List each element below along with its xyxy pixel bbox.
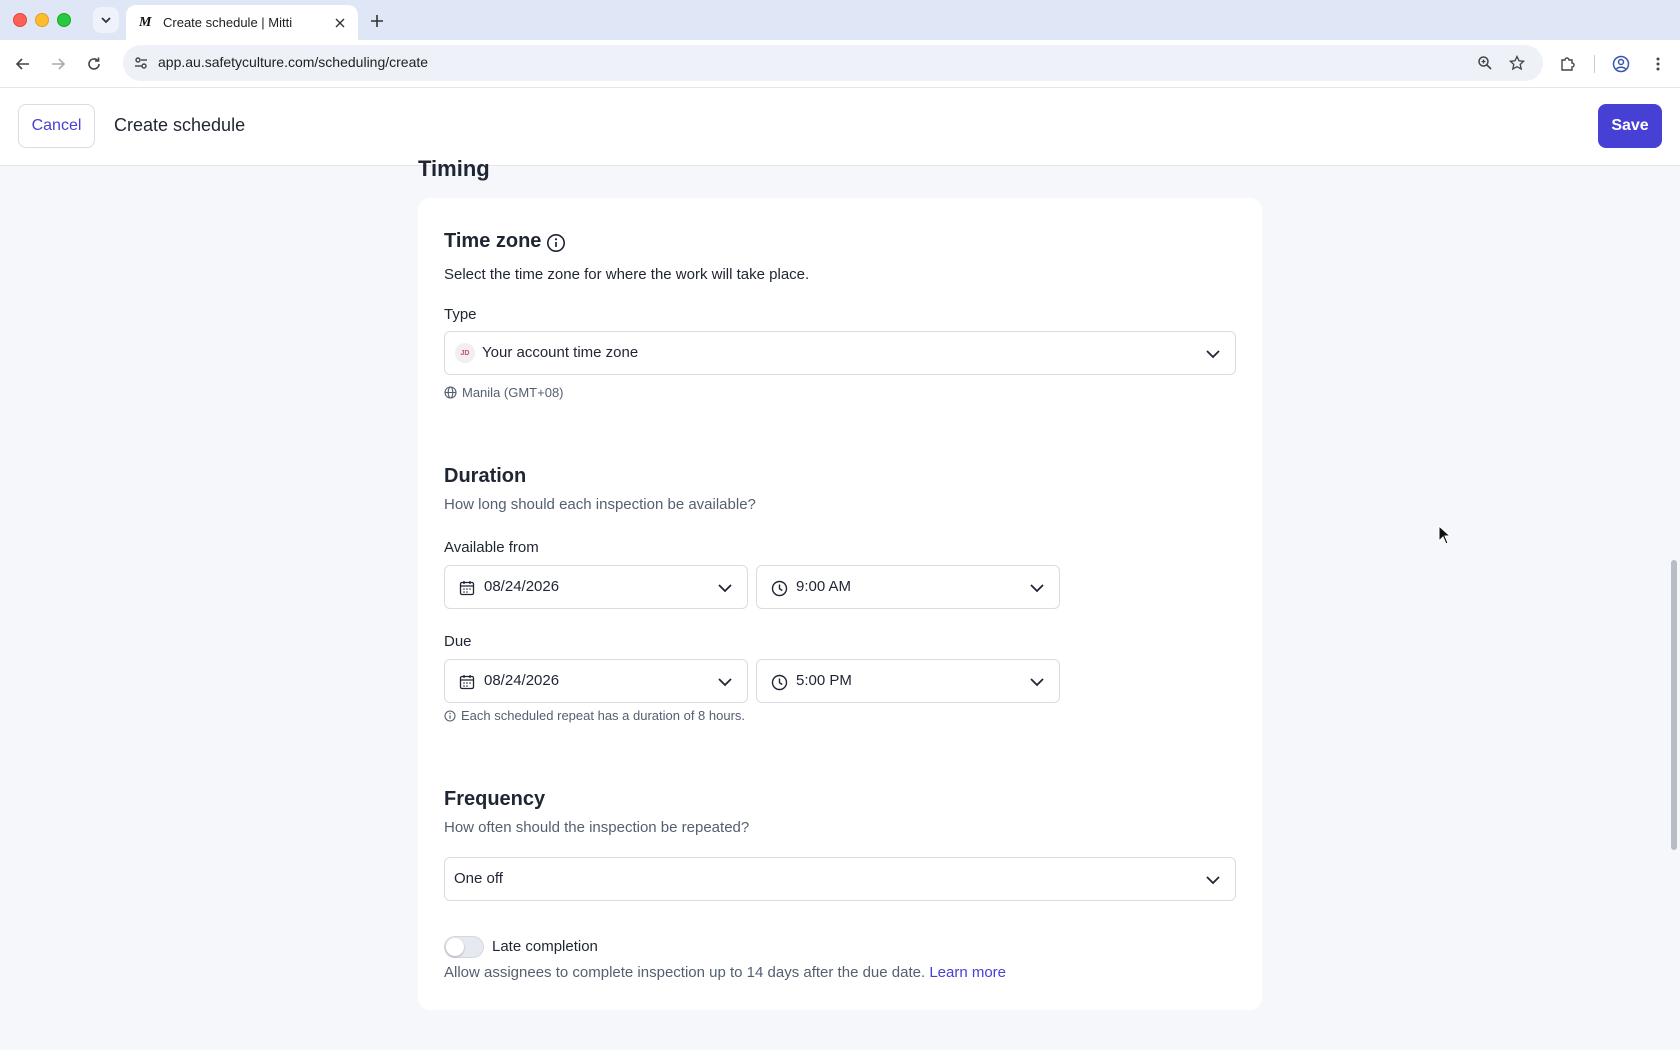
reload-button[interactable] — [81, 51, 107, 77]
section-title-timing: Timing — [418, 156, 490, 181]
app-header: Cancel Create schedule Save — [0, 88, 1680, 166]
url-text[interactable]: app.au.safetyculture.com/scheduling/crea… — [158, 54, 428, 70]
learn-more-link[interactable]: Learn more — [929, 964, 1006, 981]
chevron-down-icon — [1027, 578, 1047, 598]
available-from-label: Available from — [444, 539, 539, 556]
late-completion-toggle[interactable] — [444, 936, 484, 958]
late-completion-description-text: Allow assignees to complete inspection u… — [444, 964, 926, 981]
calendar-icon — [457, 578, 477, 598]
due-date-value: 08/24/2026 — [484, 672, 560, 689]
clock-icon — [769, 578, 789, 598]
chevron-down-icon — [1203, 344, 1223, 364]
info-icon — [444, 709, 456, 722]
info-icon[interactable] — [546, 233, 566, 253]
site-info-button[interactable] — [129, 51, 153, 75]
mouse-cursor-icon — [1438, 525, 1452, 545]
avatar: JD — [455, 343, 475, 363]
frequency-select[interactable]: One off — [444, 857, 1236, 901]
available-from-time-picker[interactable]: 9:00 AM — [756, 565, 1060, 609]
close-icon — [335, 18, 345, 27]
save-button[interactable]: Save — [1598, 104, 1662, 148]
plus-icon — [371, 15, 383, 27]
arrow-right-icon — [52, 58, 66, 70]
chevron-down-icon — [1203, 870, 1223, 890]
window-close-button[interactable] — [13, 13, 27, 27]
tab-search-button[interactable] — [93, 7, 119, 33]
window-zoom-button[interactable] — [57, 13, 71, 27]
back-button[interactable] — [10, 51, 36, 77]
star-icon — [1509, 55, 1525, 71]
timezone-note-text: Manila (GMT+08) — [462, 385, 564, 400]
mitti-favicon-icon: M — [139, 14, 152, 30]
timezone-type-label: Type — [444, 306, 477, 323]
profile-button[interactable] — [1608, 51, 1634, 77]
duration-title: Duration — [444, 465, 527, 487]
cancel-button[interactable]: Cancel — [18, 104, 95, 148]
chevron-down-icon — [1027, 672, 1047, 692]
window-minimize-button[interactable] — [35, 13, 49, 27]
more-vertical-icon — [1656, 57, 1660, 71]
timezone-title: Time zone — [444, 230, 542, 252]
available-from-date-picker[interactable]: 08/24/2026 — [444, 565, 748, 609]
late-completion-description: Allow assignees to complete inspection u… — [444, 964, 1006, 981]
toolbar-divider — [1594, 55, 1595, 73]
zoom-icon — [1478, 56, 1492, 70]
browser-tab-active[interactable]: M Create schedule | Mitti — [126, 5, 358, 40]
browser-menu-button[interactable] — [1645, 51, 1671, 77]
zoom-button[interactable] — [1473, 51, 1497, 75]
puzzle-icon — [1561, 57, 1575, 71]
frequency-title: Frequency — [444, 788, 546, 810]
extensions-button[interactable] — [1554, 51, 1580, 77]
due-time-picker[interactable]: 5:00 PM — [756, 659, 1060, 703]
duration-description: How long should each inspection be avail… — [444, 496, 756, 513]
reload-icon — [88, 57, 100, 70]
clock-icon — [769, 672, 789, 692]
forward-button[interactable] — [45, 51, 71, 77]
browser-toolbar: app.au.safetyculture.com/scheduling/crea… — [0, 40, 1680, 88]
frequency-value: One off — [454, 870, 503, 887]
duration-note: Each scheduled repeat has a duration of … — [444, 708, 745, 723]
timezone-note: Manila (GMT+08) — [444, 385, 564, 400]
toggle-knob — [446, 938, 464, 956]
account-icon — [1612, 55, 1630, 73]
page-title: Create schedule — [114, 115, 246, 135]
timezone-description: Select the time zone for where the work … — [444, 266, 810, 283]
globe-icon — [444, 386, 457, 399]
arrow-left-icon — [15, 58, 29, 70]
chevron-down-icon — [715, 672, 735, 692]
late-completion-label: Late completion — [492, 938, 598, 955]
tab-title: Create schedule | Mitti — [163, 15, 293, 30]
calendar-icon — [457, 672, 477, 692]
tune-icon — [135, 57, 147, 69]
browser-tab-bar: M Create schedule | Mitti — [0, 0, 1680, 40]
bookmark-button[interactable] — [1505, 51, 1529, 75]
chevron-down-icon — [101, 17, 111, 24]
frequency-description: How often should the inspection be repea… — [444, 819, 750, 836]
due-date-picker[interactable]: 08/24/2026 — [444, 659, 748, 703]
duration-note-text: Each scheduled repeat has a duration of … — [461, 708, 746, 723]
page-scrollbar-thumb[interactable] — [1671, 560, 1677, 850]
address-bar[interactable]: app.au.safetyculture.com/scheduling/crea… — [123, 45, 1543, 81]
new-tab-button[interactable] — [365, 9, 389, 33]
chevron-down-icon — [715, 578, 735, 598]
timezone-type-select[interactable]: JD Your account time zone — [444, 331, 1236, 375]
timezone-type-value: Your account time zone — [482, 344, 639, 361]
due-time-value: 5:00 PM — [796, 672, 852, 689]
due-label: Due — [444, 633, 472, 650]
tab-close-button[interactable] — [330, 13, 350, 33]
available-from-date-value: 08/24/2026 — [484, 578, 560, 595]
available-from-time-value: 9:00 AM — [796, 578, 852, 595]
